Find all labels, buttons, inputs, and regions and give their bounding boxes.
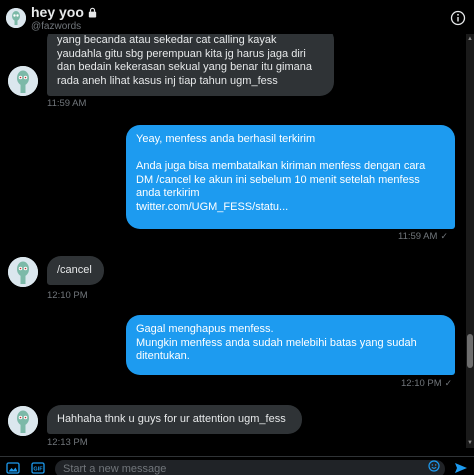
message-bubble-sent[interactable]: Gagal menghapus menfess. Mungkin menfess…	[126, 315, 455, 375]
message-timestamp: 11:59 AM	[47, 98, 87, 109]
conversation-scrollbar[interactable]: ▲ ▼	[466, 34, 474, 448]
message-timestamp: 11:59 AM ✓	[398, 231, 448, 242]
checkmark-icon: ✓	[444, 378, 453, 388]
conversation-title-text: hey yoo	[31, 4, 84, 20]
conversation-handle: @fazwords	[31, 21, 82, 32]
checkmark-icon: ✓	[440, 231, 448, 241]
squidward-avatar-icon	[6, 8, 26, 28]
emoji-icon[interactable]	[428, 460, 440, 472]
image-icon[interactable]	[6, 462, 20, 474]
info-icon[interactable]	[450, 10, 466, 26]
message-timestamp: 12:10 PM ✓	[401, 378, 452, 389]
sender-avatar[interactable]	[8, 257, 38, 287]
squidward-avatar-icon	[8, 406, 38, 436]
scrollbar-thumb[interactable]	[467, 334, 473, 368]
message-bubble-received[interactable]: yang becanda atau sekedar cat calling ka…	[47, 34, 334, 96]
squidward-avatar-icon	[8, 257, 38, 287]
message-input[interactable]: Start a new message	[55, 460, 445, 475]
header-avatar[interactable]	[6, 8, 26, 28]
gif-icon[interactable]: GIF	[31, 462, 45, 474]
squidward-avatar-icon	[8, 66, 38, 96]
timestamp-text: 11:59 AM	[398, 231, 438, 242]
send-icon[interactable]	[454, 462, 468, 474]
message-list[interactable]: yang becanda atau sekedar cat calling ka…	[0, 34, 466, 448]
message-composer: GIF Start a new message	[0, 456, 474, 475]
message-timestamp: 12:10 PM	[47, 290, 88, 301]
sender-avatar[interactable]	[8, 66, 38, 96]
conversation-title: hey yoo	[31, 4, 98, 20]
message-timestamp: 12:13 PM	[47, 437, 88, 448]
lock-icon	[88, 7, 97, 18]
message-bubble-sent[interactable]: Yeay, menfess anda berhasil terkirim And…	[126, 125, 455, 229]
conversation-header: hey yoo @fazwords	[0, 0, 474, 34]
scroll-down-icon[interactable]: ▼	[467, 440, 473, 446]
message-bubble-received[interactable]: Hahhaha thnk u guys for ur attention ugm…	[47, 405, 302, 434]
sender-avatar[interactable]	[8, 406, 38, 436]
timestamp-text: 12:10 PM	[401, 378, 442, 389]
svg-text:GIF: GIF	[33, 467, 43, 473]
scroll-up-icon[interactable]: ▲	[467, 36, 473, 42]
message-bubble-received[interactable]: /cancel	[47, 256, 104, 285]
